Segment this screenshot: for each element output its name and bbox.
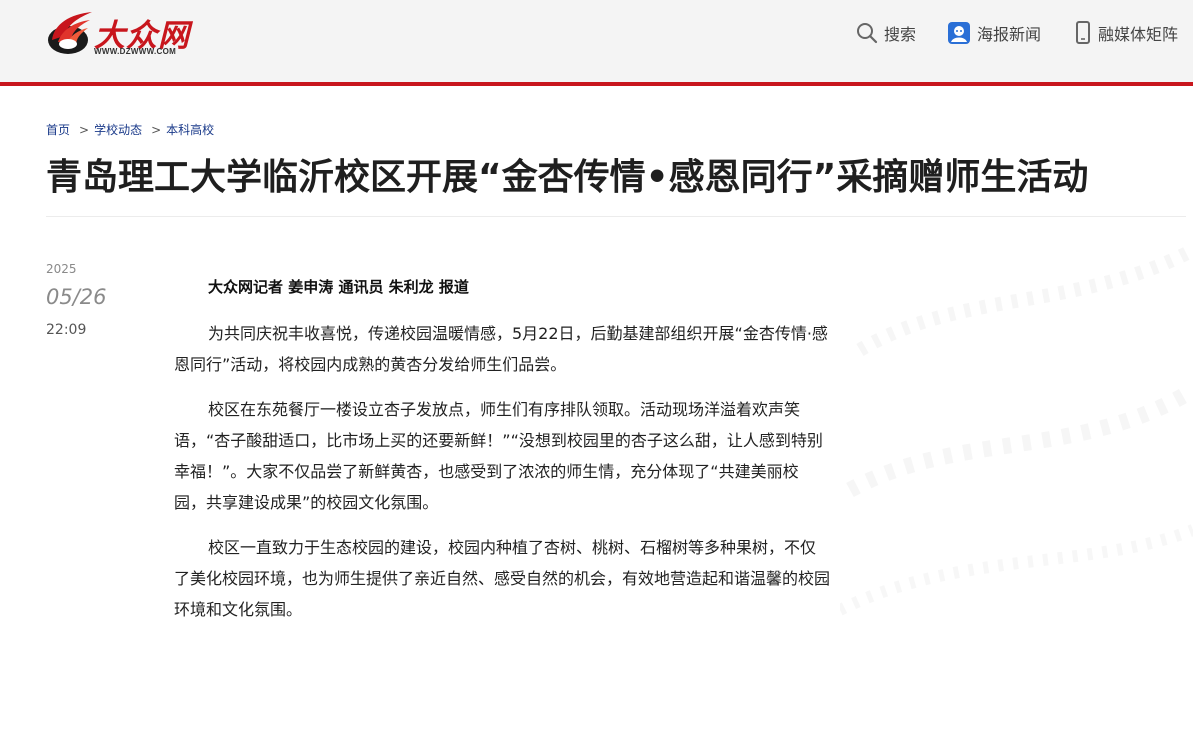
- breadcrumb: 首页 > 学校动态 > 本科高校: [46, 121, 214, 138]
- breadcrumb-home[interactable]: 首页: [46, 121, 70, 138]
- title-divider: [46, 216, 1186, 217]
- site-logo[interactable]: 大众网 WWW.DZWWW.COM: [44, 6, 194, 62]
- background-watermark: [840, 243, 1193, 616]
- article-paragraph: 校区一直致力于生态校园的建设，校园内种植了杏树、桃树、石榴树等多种果树，不仅了美…: [174, 538, 831, 619]
- logo-swirl-icon: [48, 12, 92, 54]
- site-header: 大众网 WWW.DZWWW.COM 搜索 海报新闻 融媒体矩阵: [0, 0, 1193, 86]
- poster-news-icon: [948, 22, 970, 44]
- article-byline: 大众网记者 姜申涛 通讯员 朱利龙 报道: [208, 278, 469, 296]
- publish-time: 22:09: [46, 322, 87, 338]
- publish-month-day: 05/26: [46, 285, 107, 309]
- article-title: 青岛理工大学临沂校区开展“金杏传情•感恩同行”采摘赠师生活动: [46, 157, 1089, 198]
- article-body: 大众网记者 姜申涛 通讯员 朱利龙 报道 为共同庆祝丰收喜悦，传递校园温暖情感，…: [174, 270, 830, 639]
- phone-icon: [1076, 21, 1090, 44]
- breadcrumb-separator: >: [79, 122, 90, 137]
- search-icon: [857, 23, 878, 44]
- nav-search[interactable]: 搜索: [856, 20, 916, 46]
- nav-search-label: 搜索: [884, 25, 917, 44]
- article-paragraph: 校区在东苑餐厅一楼设立杏子发放点，师生们有序排队领取。活动现场洋溢着欢声笑语，“…: [174, 400, 823, 512]
- nav-media-matrix-label: 融媒体矩阵: [1098, 25, 1179, 44]
- breadcrumb-undergraduate[interactable]: 本科高校: [166, 121, 214, 138]
- article-paragraph: 为共同庆祝丰收喜悦，传递校园温暖情感，5月22日，后勤基建部组织开展“金杏传情·…: [174, 324, 828, 374]
- publish-year: 2025: [46, 262, 77, 276]
- nav-poster-news-label: 海报新闻: [977, 25, 1042, 44]
- nav-media-matrix[interactable]: 融媒体矩阵: [1074, 20, 1178, 46]
- nav-poster-news[interactable]: 海报新闻: [947, 20, 1041, 46]
- breadcrumb-school-news[interactable]: 学校动态: [94, 121, 142, 138]
- logo-url: WWW.DZWWW.COM: [94, 47, 177, 56]
- breadcrumb-separator: >: [151, 122, 162, 137]
